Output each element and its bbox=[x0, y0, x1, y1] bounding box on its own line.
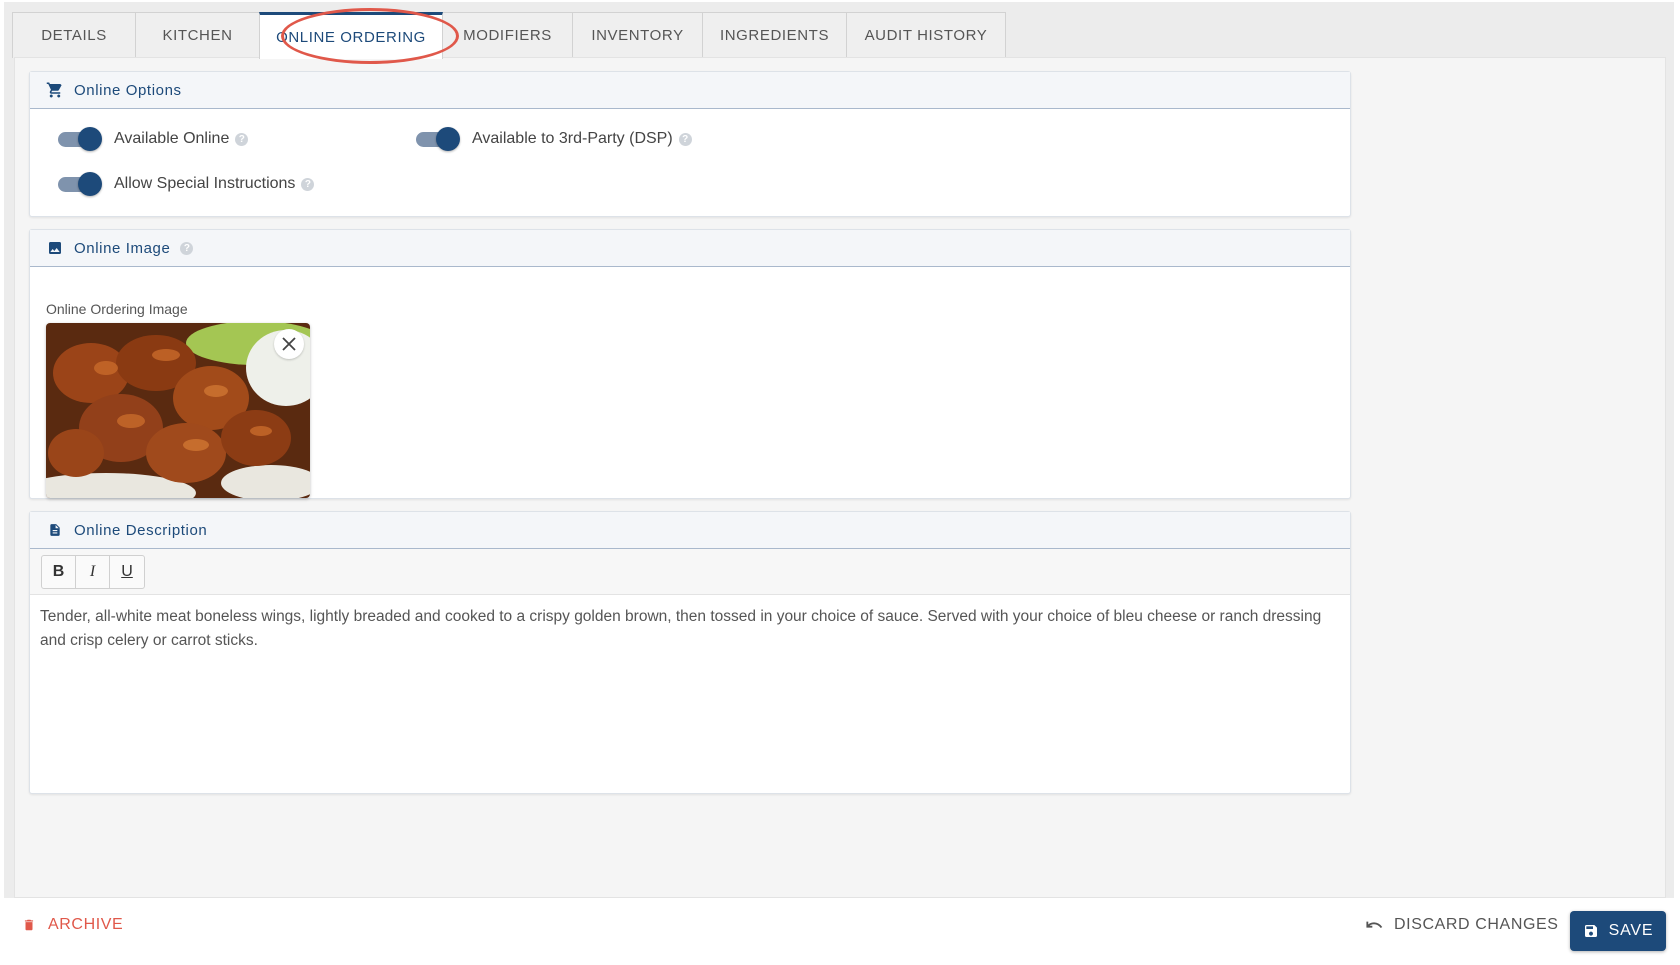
tab-kitchen[interactable]: KITCHEN bbox=[135, 12, 260, 58]
tab-label: INVENTORY bbox=[591, 27, 684, 44]
remove-image-button[interactable] bbox=[274, 329, 304, 359]
available-3rd-party-option: Available to 3rd-Party (DSP) ? bbox=[416, 127, 692, 151]
italic-button[interactable]: I bbox=[76, 555, 110, 588]
cart-icon bbox=[46, 81, 64, 99]
online-ordering-image[interactable] bbox=[46, 323, 310, 498]
panel-header: Online Options bbox=[30, 72, 1350, 109]
tab-label: INGREDIENTS bbox=[719, 27, 830, 44]
tab-audit-history[interactable]: AUDIT HISTORY bbox=[846, 12, 1006, 58]
available-online-option: Available Online ? bbox=[58, 127, 249, 151]
available-online-label: Available Online bbox=[114, 130, 230, 147]
tab-label: ONLINE ORDERING bbox=[276, 28, 426, 46]
discard-changes-button[interactable]: DISCARD CHANGES bbox=[1364, 916, 1559, 934]
close-icon bbox=[282, 337, 296, 351]
panel-title: Online Options bbox=[74, 81, 182, 99]
tab-label: KITCHEN bbox=[162, 27, 233, 44]
tab-content: Online Options Available Online ? Availa… bbox=[14, 57, 1666, 898]
help-icon[interactable]: ? bbox=[301, 177, 315, 191]
tab-bar: DETAILS KITCHEN ONLINE ORDERING MODIFIER… bbox=[12, 12, 1006, 59]
underline-button[interactable]: U bbox=[110, 556, 144, 588]
available-3rd-party-label: Available to 3rd-Party (DSP) bbox=[472, 130, 673, 147]
online-ordering-image-label: Online Ordering Image bbox=[46, 301, 188, 317]
allow-special-instructions-toggle[interactable] bbox=[58, 172, 102, 196]
tab-label: MODIFIERS bbox=[463, 27, 552, 44]
trash-icon bbox=[24, 919, 34, 931]
save-icon bbox=[1584, 925, 1597, 937]
allow-special-instructions-option: Allow Special Instructions ? bbox=[58, 172, 315, 196]
save-button[interactable]: SAVE bbox=[1570, 911, 1666, 951]
bold-button[interactable]: B bbox=[42, 555, 76, 588]
tab-label: DETAILS bbox=[41, 27, 107, 44]
help-icon[interactable]: ? bbox=[678, 132, 692, 146]
available-3rd-party-toggle[interactable] bbox=[416, 127, 460, 151]
undo-icon bbox=[1366, 921, 1383, 929]
panel-title: Online Description bbox=[74, 521, 208, 539]
image-icon bbox=[46, 239, 64, 257]
panel-title: Online Image bbox=[74, 239, 171, 257]
tab-online-ordering[interactable]: ONLINE ORDERING bbox=[259, 12, 443, 59]
tab-details[interactable]: DETAILS bbox=[12, 12, 136, 58]
panel-header: Online Description bbox=[30, 512, 1350, 549]
discard-changes-label: DISCARD CHANGES bbox=[1394, 916, 1559, 933]
archive-label: ARCHIVE bbox=[48, 916, 124, 933]
online-options-panel: Online Options Available Online ? Availa… bbox=[29, 71, 1351, 217]
help-icon[interactable]: ? bbox=[235, 132, 249, 146]
tab-label: AUDIT HISTORY bbox=[864, 27, 988, 44]
tab-ingredients[interactable]: INGREDIENTS bbox=[702, 12, 847, 58]
allow-special-instructions-label: Allow Special Instructions bbox=[114, 175, 296, 192]
save-label: SAVE bbox=[1608, 922, 1654, 939]
help-icon[interactable]: ? bbox=[180, 241, 194, 255]
tab-inventory[interactable]: INVENTORY bbox=[572, 12, 703, 58]
archive-button[interactable]: ARCHIVE bbox=[22, 916, 123, 934]
online-image-panel: Online Image ? Online Ordering Image bbox=[29, 229, 1351, 499]
description-editor[interactable]: Tender, all-white meat boneless wings, l… bbox=[30, 595, 1350, 793]
document-icon bbox=[46, 521, 64, 539]
rich-text-toolbar: B I U bbox=[30, 549, 1350, 595]
format-button-group: B I U bbox=[41, 554, 145, 589]
online-description-panel: Online Description B I U Tender, all-whi… bbox=[29, 511, 1351, 794]
boneless-wings-photo bbox=[46, 323, 310, 498]
panel-header: Online Image ? bbox=[30, 230, 1350, 267]
available-online-toggle[interactable] bbox=[58, 127, 102, 151]
tab-modifiers[interactable]: MODIFIERS bbox=[442, 12, 573, 58]
